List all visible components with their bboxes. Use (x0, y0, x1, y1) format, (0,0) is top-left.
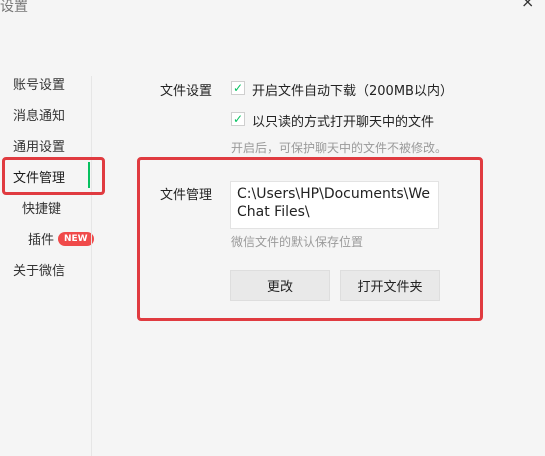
readonly-hint: 开启后，可保护聊天中的文件不被修改。 (231, 141, 448, 155)
sidebar-item-notifications[interactable]: 消息通知 (13, 105, 65, 124)
active-item-highlight (2, 157, 105, 195)
sidebar-divider (91, 76, 92, 456)
new-badge: NEW (58, 232, 94, 246)
sidebar-item-about[interactable]: 关于微信 (13, 260, 65, 279)
window-title: 设置 (0, 0, 28, 15)
auto-download-checkbox[interactable]: ✓ (231, 81, 245, 95)
file-settings-label: 文件设置 (160, 84, 213, 99)
check-icon: ✓ (232, 81, 244, 95)
auto-download-label: 开启文件自动下载（200MB以内） (252, 84, 453, 99)
check-icon: ✓ (232, 112, 244, 126)
readonly-open-checkbox[interactable]: ✓ (231, 112, 245, 126)
content-highlight (137, 157, 483, 321)
sidebar-item-shortcuts[interactable]: 快捷键 (22, 198, 61, 217)
readonly-open-label: 以只读的方式打开聊天中的文件 (252, 115, 435, 130)
sidebar-item-plugins[interactable]: 插件 (28, 229, 54, 248)
sidebar-item-account[interactable]: 账号设置 (13, 74, 65, 93)
close-icon[interactable]: × (521, 0, 534, 11)
sidebar-item-general[interactable]: 通用设置 (13, 136, 65, 155)
